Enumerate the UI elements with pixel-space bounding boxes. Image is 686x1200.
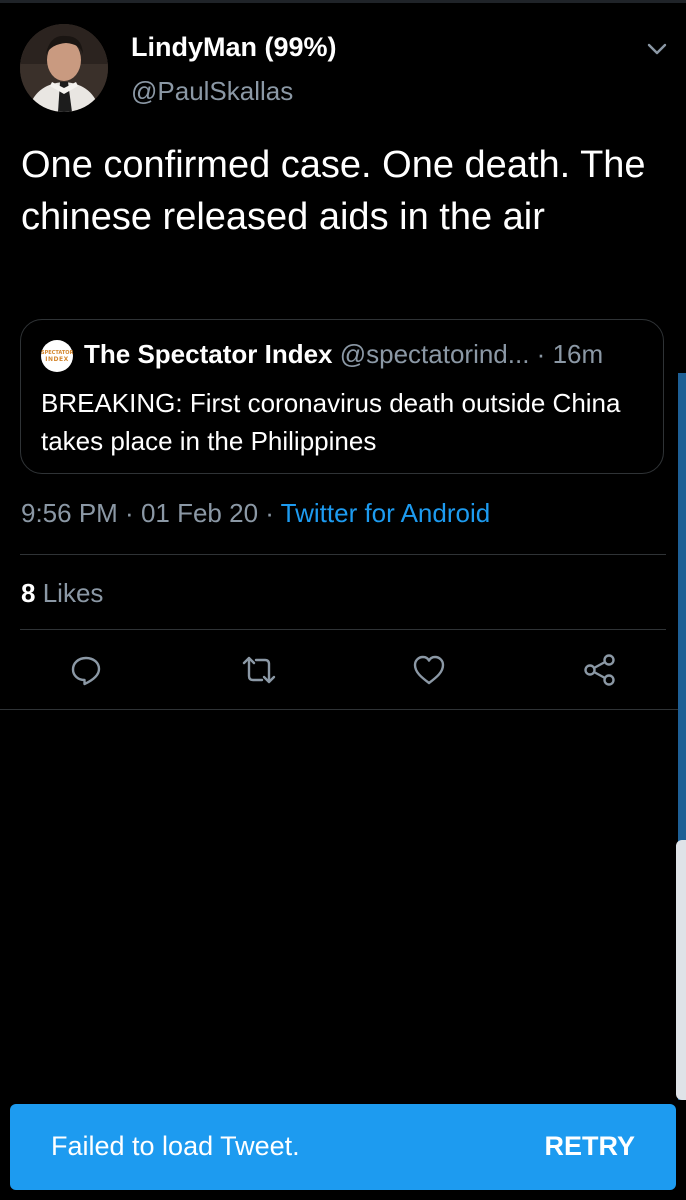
quoted-author-name: The Spectator Index [84, 339, 333, 369]
meta-separator: · [117, 498, 141, 528]
avatar-logo-text-bottom: INDEX [45, 356, 69, 363]
quoted-tweet-card[interactable]: SPECTATOR INDEX The Spectator Index @spe… [20, 319, 664, 474]
heart-icon [413, 655, 445, 685]
divider [0, 709, 686, 710]
tweet-source-link[interactable]: Twitter for Android [281, 498, 491, 528]
retweet-icon [242, 656, 276, 684]
likes-count: 8 [21, 578, 36, 608]
like-button[interactable] [411, 652, 447, 688]
quoted-tweet-text: BREAKING: First coronavirus death outsid… [41, 388, 621, 456]
toast-message: Failed to load Tweet. [51, 1131, 300, 1161]
retry-button[interactable]: RETRY [544, 1131, 635, 1162]
meta-separator-2: · [258, 498, 281, 528]
reply-icon [71, 656, 101, 686]
share-button[interactable] [582, 652, 618, 688]
likes-stat[interactable]: 8 Likes [21, 578, 103, 609]
chevron-down-icon[interactable] [644, 38, 670, 60]
retweet-button[interactable] [241, 652, 277, 688]
avatar-photo [20, 24, 108, 112]
share-icon [584, 654, 615, 686]
tweet-time: 9:56 PM [21, 498, 118, 528]
author-name[interactable]: LindyMan (99%) [131, 32, 337, 63]
author-handle[interactable]: @PaulSkallas [131, 76, 293, 107]
quoted-time: 16m [552, 339, 604, 369]
reply-button[interactable] [68, 652, 104, 688]
tweet-meta: 9:56 PM · 01 Feb 20 · Twitter for Androi… [21, 498, 490, 529]
scrollbar-thumb[interactable] [676, 840, 686, 1100]
quoted-tweet-header: The Spectator Index @spectatorind... · 1… [84, 337, 649, 371]
error-toast: Failed to load Tweet. RETRY [10, 1104, 676, 1190]
divider [20, 629, 666, 630]
likes-label: Likes [42, 578, 104, 608]
quoted-author-handle: @spectatorind... [339, 339, 530, 369]
quoted-separator: · [529, 339, 553, 369]
tweet-text: One confirmed case. One death. The chine… [21, 144, 646, 238]
quoted-author-avatar: SPECTATOR INDEX [41, 340, 73, 372]
author-avatar[interactable] [20, 24, 108, 112]
tweet-date: 01 Feb 20 [140, 498, 259, 528]
top-divider [0, 0, 686, 3]
divider [20, 554, 666, 555]
